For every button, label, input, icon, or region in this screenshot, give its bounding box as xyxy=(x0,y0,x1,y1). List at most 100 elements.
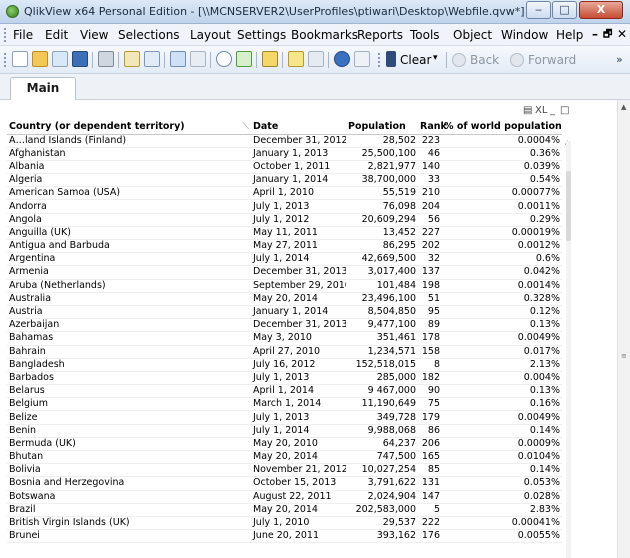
tab-main[interactable]: Main xyxy=(10,77,76,100)
table-row[interactable]: Algeria January 1, 2014 38,700,000 33 0.54% xyxy=(7,173,562,188)
cell-world-percent[interactable]: 0.0055% xyxy=(442,529,562,544)
cell-rank[interactable]: 131 xyxy=(418,476,442,491)
cell-rank[interactable]: 137 xyxy=(418,265,442,280)
maximize-button[interactable]: □ xyxy=(552,1,577,19)
help-icon[interactable] xyxy=(334,51,350,67)
checkbox-select-icon[interactable] xyxy=(236,51,252,67)
table-row[interactable]: Austria January 1, 2014 8,504,850 95 0.12% xyxy=(7,305,562,320)
cell-population[interactable]: 10,027,254 xyxy=(346,463,418,478)
table-row[interactable]: Armenia December 31, 2013 3,017,400 137 0.04… xyxy=(7,265,562,280)
cell-date[interactable]: August 22, 2011 xyxy=(251,490,346,504)
table-row[interactable]: Belarus April 1, 2014 9 467,000 90 0.13% xyxy=(7,384,562,399)
cell-world-percent[interactable]: 0.039% xyxy=(442,160,562,175)
cell-world-percent[interactable]: 0.328% xyxy=(442,292,562,306)
cell-country[interactable]: Antigua and Barbuda xyxy=(7,239,251,254)
cell-rank[interactable]: 182 xyxy=(418,371,442,386)
column-header-population[interactable]: Population xyxy=(346,119,418,135)
clear-dropdown-icon[interactable]: ▾ xyxy=(433,53,438,63)
cell-population[interactable]: 202,583,000 xyxy=(346,503,418,517)
new-document-icon[interactable] xyxy=(12,51,28,67)
table-row[interactable]: Albania October 1, 2011 2,821,977 140 0.039% xyxy=(7,160,562,175)
window-vertical-scrollbar[interactable]: ▲ ≡ xyxy=(617,100,630,558)
cell-date[interactable]: November 21, 2012 xyxy=(251,463,346,478)
cell-world-percent[interactable]: 0.0049% xyxy=(442,410,562,425)
table-row[interactable]: Bosnia and Herzegovina October 15, 2013 3,… xyxy=(7,476,562,491)
cell-rank[interactable]: 56 xyxy=(418,213,442,227)
cell-population[interactable]: 3,791,622 xyxy=(346,476,418,491)
cell-country[interactable]: Andorra xyxy=(7,199,251,214)
cell-country[interactable]: Brunei xyxy=(7,529,251,544)
cell-country[interactable]: Bahrain xyxy=(7,345,251,359)
table-row[interactable]: Andorra July 1, 2013 76,098 204 0.0011% xyxy=(7,199,562,214)
cell-rank[interactable]: 33 xyxy=(418,173,442,188)
cell-population[interactable]: 2,024,904 xyxy=(346,490,418,504)
menu-file[interactable]: File xyxy=(13,28,33,42)
cell-date[interactable]: July 1, 2012 xyxy=(251,213,346,227)
cell-world-percent[interactable]: 0.00019% xyxy=(442,226,562,241)
table-row[interactable]: Bhutan May 20, 2014 747,500 165 0.0104% xyxy=(7,450,562,465)
cell-rank[interactable]: 140 xyxy=(418,160,442,175)
cell-date[interactable]: April 1, 2010 xyxy=(251,186,346,201)
cell-population[interactable]: 1,234,571 xyxy=(346,345,418,359)
cell-population[interactable]: 38,700,000 xyxy=(346,173,418,188)
cell-population[interactable]: 55,519 xyxy=(346,186,418,201)
cell-country[interactable]: Botswana xyxy=(7,490,251,504)
cell-date[interactable]: January 1, 2013 xyxy=(251,147,346,161)
cell-world-percent[interactable]: 0.0004% xyxy=(442,134,562,148)
cell-date[interactable]: March 1, 2014 xyxy=(251,397,346,412)
cell-date[interactable]: January 1, 2014 xyxy=(251,173,346,188)
cell-country[interactable]: Benin xyxy=(7,424,251,438)
cell-population[interactable]: 8,504,850 xyxy=(346,305,418,320)
cell-date[interactable]: July 16, 2012 xyxy=(251,358,346,372)
cell-date[interactable]: May 20, 2014 xyxy=(251,292,346,306)
cell-population[interactable]: 747,500 xyxy=(346,450,418,465)
cell-country[interactable]: British Virgin Islands (UK) xyxy=(7,516,251,531)
cell-world-percent[interactable]: 0.028% xyxy=(442,490,562,504)
cell-date[interactable]: May 27, 2011 xyxy=(251,239,346,254)
cell-date[interactable]: April 27, 2010 xyxy=(251,345,346,359)
cell-date[interactable]: May 11, 2011 xyxy=(251,226,346,241)
cell-country[interactable]: Bosnia and Herzegovina xyxy=(7,476,251,491)
cell-population[interactable]: 349,728 xyxy=(346,410,418,425)
cell-rank[interactable]: 165 xyxy=(418,450,442,465)
cell-rank[interactable]: 32 xyxy=(418,252,442,267)
edit-script-icon[interactable] xyxy=(124,51,140,67)
cell-world-percent[interactable]: 0.0009% xyxy=(442,437,562,452)
search-icon[interactable] xyxy=(216,51,232,67)
cell-world-percent[interactable]: 0.042% xyxy=(442,265,562,280)
table-row[interactable]: Barbados July 1, 2013 285,000 182 0.004% xyxy=(7,371,562,386)
cell-rank[interactable]: 5 xyxy=(418,503,442,517)
cell-country[interactable]: Bangladesh xyxy=(7,358,251,372)
table-row[interactable]: American Samoa (USA) April 1, 2010 55,519 2… xyxy=(7,186,562,201)
cell-rank[interactable]: 227 xyxy=(418,226,442,241)
table-maximize-button[interactable]: □ xyxy=(560,105,569,116)
cell-rank[interactable]: 210 xyxy=(418,186,442,201)
table-row[interactable]: Australia May 20, 2014 23,496,100 51 0.328% xyxy=(7,292,562,306)
minimize-button[interactable]: ‒ xyxy=(526,1,551,19)
cell-rank[interactable]: 86 xyxy=(418,424,442,438)
cell-population[interactable]: 3,017,400 xyxy=(346,265,418,280)
cell-country[interactable]: Armenia xyxy=(7,265,251,280)
cell-date[interactable]: June 20, 2011 xyxy=(251,529,346,544)
toolbar-grip-handle[interactable] xyxy=(4,53,7,67)
cell-country[interactable]: Afghanistan xyxy=(7,147,251,161)
cell-rank[interactable]: 223 xyxy=(418,134,442,148)
cell-world-percent[interactable]: 0.004% xyxy=(442,371,562,386)
open-folder-icon[interactable] xyxy=(32,51,48,67)
cell-date[interactable]: July 1, 2013 xyxy=(251,371,346,386)
cell-country[interactable]: Belgium xyxy=(7,397,251,412)
column-header-rank[interactable]: Rank xyxy=(418,119,447,135)
cell-country[interactable]: American Samoa (USA) xyxy=(7,186,251,201)
cell-world-percent[interactable]: 2.13% xyxy=(442,358,562,372)
cell-world-percent[interactable]: 0.36% xyxy=(442,147,562,161)
cell-population[interactable]: 13,452 xyxy=(346,226,418,241)
menu-layout[interactable]: Layout xyxy=(190,28,231,42)
cell-country[interactable]: Ã…land Islands (Finland) xyxy=(7,134,251,148)
table-row[interactable]: Brunei June 20, 2011 393,162 176 0.0055% xyxy=(7,529,562,544)
table-row[interactable]: Bahrain April 27, 2010 1,234,571 158 0.017% xyxy=(7,345,562,359)
back-button[interactable]: Back xyxy=(470,53,499,67)
table-row[interactable]: British Virgin Islands (UK) July 1, 2010 2… xyxy=(7,516,562,531)
cell-rank[interactable]: 178 xyxy=(418,331,442,346)
redo-icon[interactable] xyxy=(190,51,206,67)
cell-date[interactable]: December 31, 2013 xyxy=(251,318,346,333)
